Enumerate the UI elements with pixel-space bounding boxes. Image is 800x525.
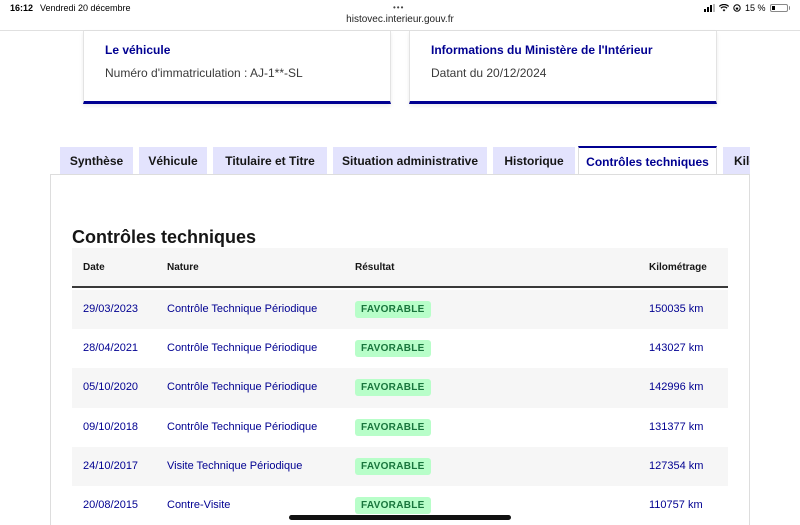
result-badge: FAVORABLE — [355, 497, 431, 514]
ministry-card-title: Informations du Ministère de l'Intérieur — [431, 43, 653, 57]
ministry-card: Informations du Ministère de l'Intérieur… — [409, 31, 717, 104]
status-indicators: 15 % — [703, 3, 790, 13]
tab-controles-techniques[interactable]: Contrôles techniques — [578, 146, 717, 175]
table-row: 29/03/2023 Contrôle Technique Périodique… — [72, 290, 728, 330]
row-mileage: 127354 km — [649, 460, 704, 472]
row-nature: Contrôle Technique Périodique — [167, 421, 318, 433]
column-header-mileage[interactable]: Kilométrage — [649, 262, 707, 273]
table-row: 28/04/2021 Contrôle Technique Périodique… — [72, 329, 728, 369]
row-mileage: 143027 km — [649, 342, 704, 354]
column-header-date[interactable]: Date — [83, 262, 105, 273]
table-row: 24/10/2017 Visite Technique Périodique F… — [72, 447, 728, 487]
row-nature: Contrôle Technique Périodique — [167, 303, 318, 315]
tab-titulaire-titre[interactable]: Titulaire et Titre — [213, 147, 327, 175]
result-badge: FAVORABLE — [355, 379, 431, 396]
result-badge: FAVORABLE — [355, 458, 431, 475]
column-header-nature[interactable]: Nature — [167, 262, 199, 273]
row-nature: Visite Technique Périodique — [167, 460, 303, 472]
tab-situation-administrative[interactable]: Situation administrative — [333, 147, 487, 175]
table-header: Date Nature Résultat Kilométrage — [72, 248, 728, 288]
battery-percent: 15 % — [744, 3, 766, 13]
multitasking-dots-icon[interactable]: ••• — [393, 3, 404, 12]
row-mileage: 142996 km — [649, 381, 704, 393]
result-badge: FAVORABLE — [355, 340, 431, 357]
table-row: 05/10/2020 Contrôle Technique Périodique… — [72, 368, 728, 408]
row-nature: Contrôle Technique Périodique — [167, 381, 318, 393]
tab-vehicule[interactable]: Véhicule — [139, 147, 207, 175]
vehicle-card-title: Le véhicule — [105, 43, 171, 57]
section-title: Contrôles techniques — [72, 227, 257, 247]
status-time: 16:12 — [10, 3, 34, 13]
home-indicator[interactable] — [289, 515, 511, 520]
table-row: 09/10/2018 Contrôle Technique Périodique… — [72, 408, 728, 448]
wifi-icon — [718, 4, 729, 12]
row-nature: Contrôle Technique Périodique — [167, 342, 318, 354]
signal-icon — [703, 4, 715, 12]
data-date: Datant du 20/12/2024 — [431, 66, 547, 80]
url-bar[interactable]: histovec.interieur.gouv.fr — [0, 14, 800, 25]
status-date: Vendredi 20 décembre — [40, 3, 131, 13]
column-header-result[interactable]: Résultat — [355, 262, 394, 273]
row-date: 29/03/2023 — [83, 303, 139, 315]
row-nature: Contre-Visite — [167, 499, 231, 511]
row-mileage: 150035 km — [649, 303, 704, 315]
tab-historique[interactable]: Historique — [493, 147, 575, 175]
tab-kilometrage[interactable]: Kilo — [723, 147, 750, 175]
result-badge: FAVORABLE — [355, 419, 431, 436]
tab-bar: Synthèse Véhicule Titulaire et Titre Sit… — [60, 146, 750, 175]
registration-number: Numéro d'immatriculation : AJ-1**-SL — [105, 66, 303, 80]
orientation-lock-icon — [733, 4, 741, 12]
battery-tip — [788, 6, 790, 10]
row-mileage: 110757 km — [649, 499, 703, 511]
row-date: 20/08/2015 — [83, 499, 139, 511]
tab-synthese[interactable]: Synthèse — [60, 147, 133, 175]
row-mileage: 131377 km — [649, 421, 704, 433]
row-date: 05/10/2020 — [83, 381, 139, 393]
row-date: 09/10/2018 — [83, 421, 139, 433]
row-date: 24/10/2017 — [83, 460, 139, 472]
battery-icon — [769, 4, 788, 12]
result-badge: FAVORABLE — [355, 301, 431, 318]
vehicle-card: Le véhicule Numéro d'immatriculation : A… — [83, 31, 391, 104]
row-date: 28/04/2021 — [83, 342, 139, 354]
